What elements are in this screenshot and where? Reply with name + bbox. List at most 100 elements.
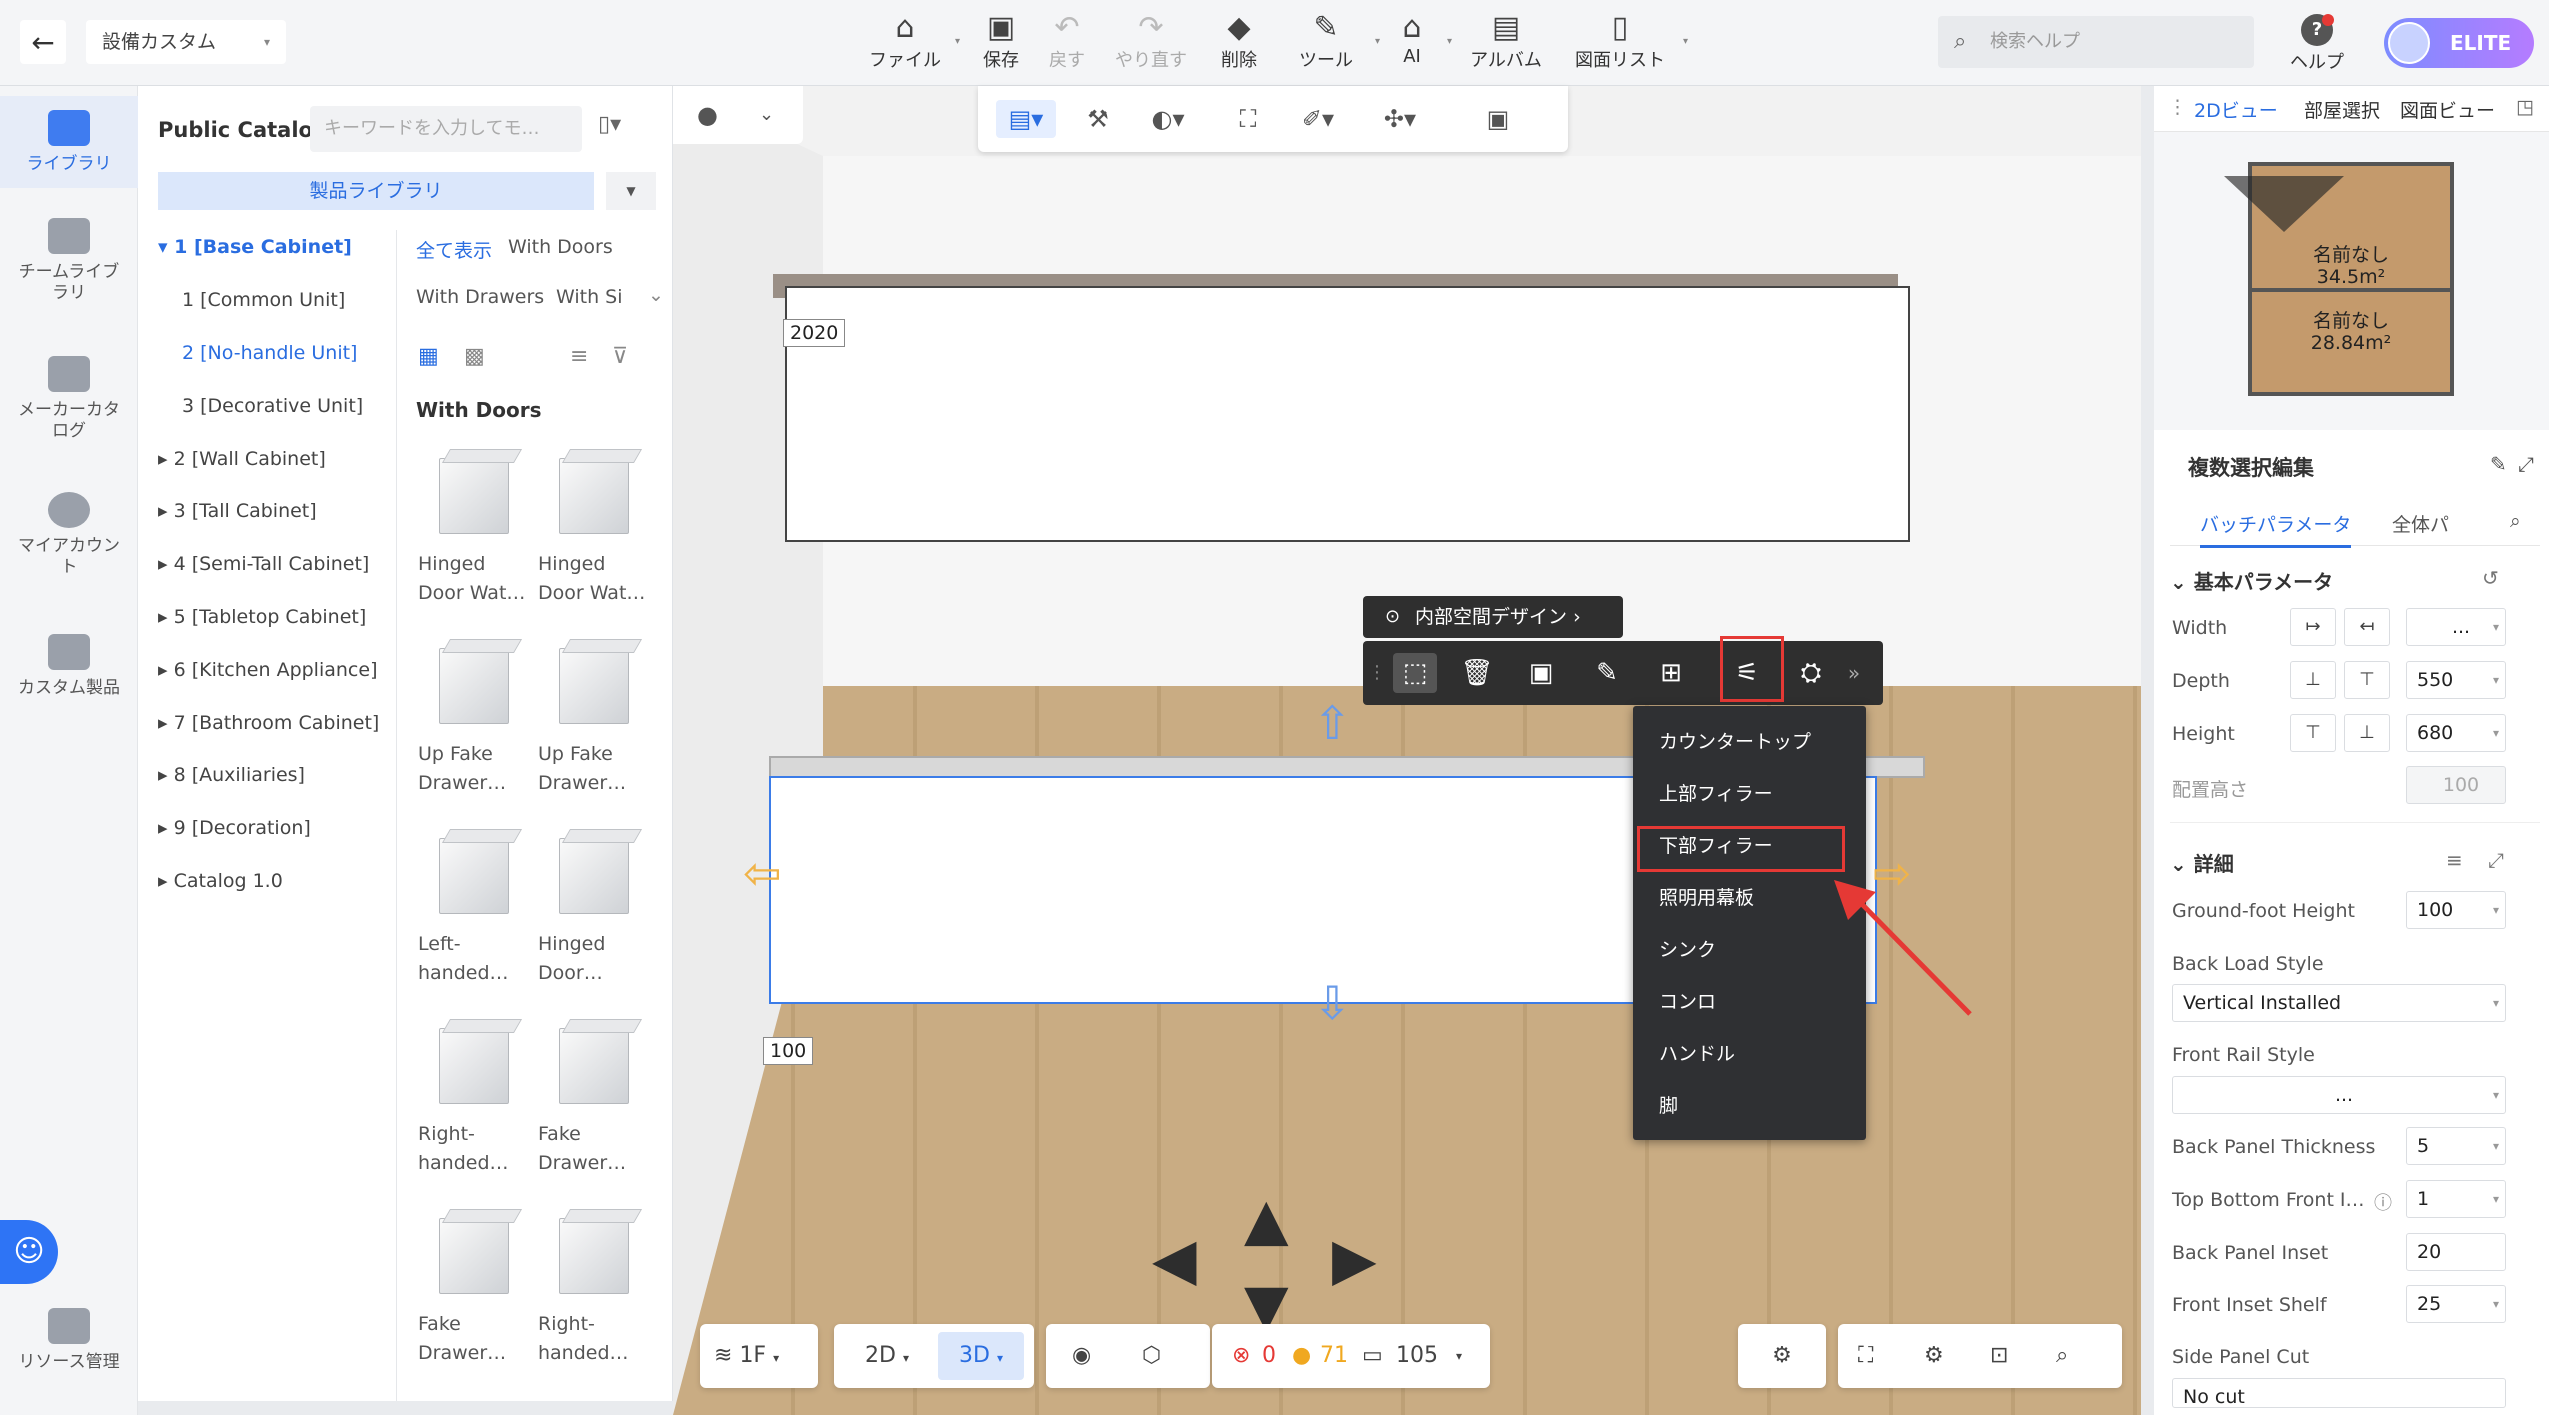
nav-library[interactable]: ライブラリ — [0, 96, 138, 188]
project-selector[interactable]: 設備カスタム ▾ — [86, 20, 286, 64]
tree-item-decoration[interactable]: ▸ 9 [Decoration] — [158, 817, 311, 867]
nav-custom-product[interactable]: カスタム製品 — [0, 634, 138, 714]
product-card[interactable]: Fake Drawer… — [418, 1206, 528, 1368]
paint-roller-icon[interactable]: ⚒ — [1078, 100, 1118, 138]
product-card[interactable]: Hinged Door Wat… — [418, 446, 528, 608]
eye-icon[interactable]: ◉ — [1072, 1324, 1091, 1388]
height-top-align-icon[interactable]: ⊤ — [2290, 714, 2336, 752]
layout-toggle-icon[interactable]: ▯▾ — [598, 112, 621, 137]
expand-icon[interactable]: ⤢ — [2488, 848, 2504, 872]
product-card[interactable]: Hinged Door Wat… — [538, 446, 648, 608]
tree-item-bathroom-cabinet[interactable]: ▸ 7 [Bathroom Cabinet] — [158, 712, 379, 762]
minimap[interactable]: 名前なし 34.5m² 名前なし 28.84m² — [2154, 132, 2549, 430]
product-card[interactable]: Right-handed… — [538, 1206, 648, 1368]
nav-resource[interactable]: リソース管理 — [0, 1308, 138, 1388]
tab-room-select[interactable]: 部屋選択 — [2304, 96, 2380, 123]
product-card[interactable]: Up Fake Drawer… — [418, 636, 528, 798]
duplicate-icon[interactable]: ⊞ — [1649, 653, 1693, 693]
menu-item-stove[interactable]: コンロ — [1659, 976, 1716, 1028]
toolbar-save-button[interactable]: ▣ 保存 — [970, 10, 1032, 76]
interior-design-button[interactable]: ⊙ 内部空間デザイン › — [1363, 596, 1623, 638]
back-panel-inset-input[interactable]: 20 — [2406, 1233, 2506, 1271]
tree-item-wall-cabinet[interactable]: ▸ 2 [Wall Cabinet] — [158, 448, 326, 498]
width-left-align-icon[interactable]: ↦ — [2290, 608, 2336, 646]
chevron-down-icon[interactable]: ⌄ — [648, 284, 664, 306]
group-icon[interactable]: ▣ — [1519, 653, 1563, 693]
tab-global-params[interactable]: 全体パ — [2392, 510, 2449, 537]
toolbar-delete-button[interactable]: ◆ 削除 — [1208, 10, 1270, 76]
menu-item-handle[interactable]: ハンドル — [1659, 1028, 1735, 1080]
toolbar-redo-button[interactable]: ↷ やり直す — [1108, 10, 1194, 76]
toolbar-ai-button[interactable]: ⌂ AI ▾ — [1390, 10, 1452, 76]
move-left-arrow-icon[interactable]: ⇦ — [743, 846, 782, 900]
toolbar-tools-button[interactable]: ✎ ツール ▾ — [1290, 10, 1380, 76]
tree-item-base-cabinet[interactable]: ▾ 1 [Base Cabinet] — [158, 236, 352, 286]
front-inset-shelf-input[interactable]: 25 ▾ — [2406, 1285, 2506, 1323]
filter-all[interactable]: 全て表示 — [416, 236, 492, 263]
search-icon[interactable]: ⌕ — [2510, 510, 2521, 532]
move-down-arrow-icon[interactable]: ⇩ — [1313, 976, 1352, 1030]
reset-icon[interactable]: ↺ — [2482, 566, 2499, 590]
cube-icon[interactable]: ⬡ — [1142, 1324, 1161, 1388]
filter-with-drawers[interactable]: With Drawers — [416, 286, 544, 308]
menu-item-light-valance[interactable]: 照明用幕板 — [1659, 872, 1754, 924]
menu-item-countertop[interactable]: カウンタートップ — [1659, 716, 1811, 768]
settings-toggle-button[interactable]: ⚙ — [1738, 1324, 1826, 1388]
back-button[interactable]: ← — [20, 20, 66, 64]
detail-section[interactable]: ⌄ 詳細 — [2170, 848, 2234, 877]
menu-item-upper-filler[interactable]: 上部フィラー — [1659, 768, 1773, 820]
user-view-selector[interactable]: ● ⌄ — [673, 86, 803, 144]
drag-handle-icon[interactable]: ⋮ — [1367, 653, 1387, 693]
help-search-input[interactable]: ⌕ 検索ヘルプ — [1938, 16, 2254, 68]
height-bottom-align-icon[interactable]: ⊥ — [2344, 714, 2390, 752]
product-card[interactable]: Hinged Door… — [538, 826, 648, 988]
tree-item-semi-tall-cabinet[interactable]: ▸ 4 [Semi-Tall Cabinet] — [158, 553, 369, 603]
depth-back-align-icon[interactable]: ⊤ — [2344, 661, 2390, 699]
filter-with-doors[interactable]: With Doors — [508, 236, 613, 258]
tree-item-decorative-unit[interactable]: 3 [Decorative Unit] — [182, 395, 363, 445]
upper-cabinets[interactable] — [785, 286, 1910, 542]
material-icon[interactable]: ◐▾ — [1148, 100, 1188, 138]
pan-right-icon[interactable]: ▶ — [1332, 1230, 1377, 1288]
pan-up-icon[interactable]: ▲ — [1244, 1190, 1289, 1248]
product-card[interactable]: Right-handed… — [418, 1016, 528, 1178]
expand-more-icon[interactable]: » — [1839, 653, 1869, 693]
top-bottom-front-input[interactable]: 1 ▾ — [2406, 1180, 2506, 1218]
zoom-fit-icon[interactable]: ⌕ — [2056, 1324, 2068, 1388]
view-3d-button[interactable]: 3D ▾ — [938, 1332, 1024, 1380]
camera-settings-icon[interactable]: ⚙ — [1924, 1324, 1944, 1388]
brush-icon[interactable]: ✐▾ — [1298, 100, 1338, 138]
3d-viewport[interactable]: 2020 100 ⇦ ⇨ ⇧ ⇩ — [673, 86, 2141, 1415]
camera-settings-icon[interactable]: ⛭ — [1789, 653, 1833, 693]
move-up-arrow-icon[interactable]: ⇧ — [1313, 696, 1352, 750]
trash-icon[interactable]: 🗑 — [1455, 653, 1499, 693]
tree-item-tabletop-cabinet[interactable]: ▸ 5 [Tabletop Cabinet] — [158, 606, 366, 656]
product-card[interactable]: Up Fake Drawer… — [538, 636, 648, 798]
sort-icon[interactable]: ≡ — [570, 344, 588, 369]
grid-small-icon[interactable]: ▩ — [464, 344, 485, 369]
depth-input[interactable]: 550 ▾ — [2406, 661, 2506, 699]
tab-2d-view[interactable]: 2Dビュー — [2194, 96, 2278, 123]
catalog-search-input[interactable]: キーワードを入力してモ… — [310, 106, 582, 152]
toolbar-file-button[interactable]: ⌂ ファイル ▾ — [868, 10, 960, 76]
tree-item-catalog-1-0[interactable]: ▸ Catalog 1.0 — [158, 870, 283, 920]
focus-icon[interactable]: ⊡ — [1990, 1324, 2008, 1388]
height-input[interactable]: 680 ▾ — [2406, 714, 2506, 752]
tab-batch-params[interactable]: バッチパラメータ — [2200, 510, 2352, 548]
product-card[interactable]: Left-handed… — [418, 826, 528, 988]
basic-params-section[interactable]: ⌄ 基本パラメータ — [2170, 566, 2333, 595]
user-elite-badge[interactable]: ELITE — [2384, 18, 2534, 68]
side-panel-cut-select[interactable]: No cut — [2172, 1378, 2506, 1408]
width-input[interactable]: ... ▾ — [2406, 608, 2506, 646]
product-library-button[interactable]: 製品ライブラリ — [158, 172, 594, 210]
select-region-icon[interactable]: ⬚ — [1393, 653, 1437, 693]
toolbar-album-button[interactable]: ▤ アルバム — [1466, 10, 1546, 76]
nav-maker-catalog[interactable]: メーカーカタログ — [0, 356, 138, 466]
tree-item-auxiliaries[interactable]: ▸ 8 [Auxiliaries] — [158, 764, 305, 814]
frame-select-icon[interactable]: ⛶ — [1228, 100, 1268, 138]
view-2d-button[interactable]: 2D ▾ — [844, 1332, 930, 1380]
nav-team-library[interactable]: チームライブラリ — [0, 218, 138, 328]
back-load-select[interactable]: Vertical Installed ▾ — [2172, 984, 2506, 1022]
filter-with-sink[interactable]: With Si — [556, 286, 623, 308]
nav-my-account[interactable]: マイアカウント — [0, 492, 138, 602]
